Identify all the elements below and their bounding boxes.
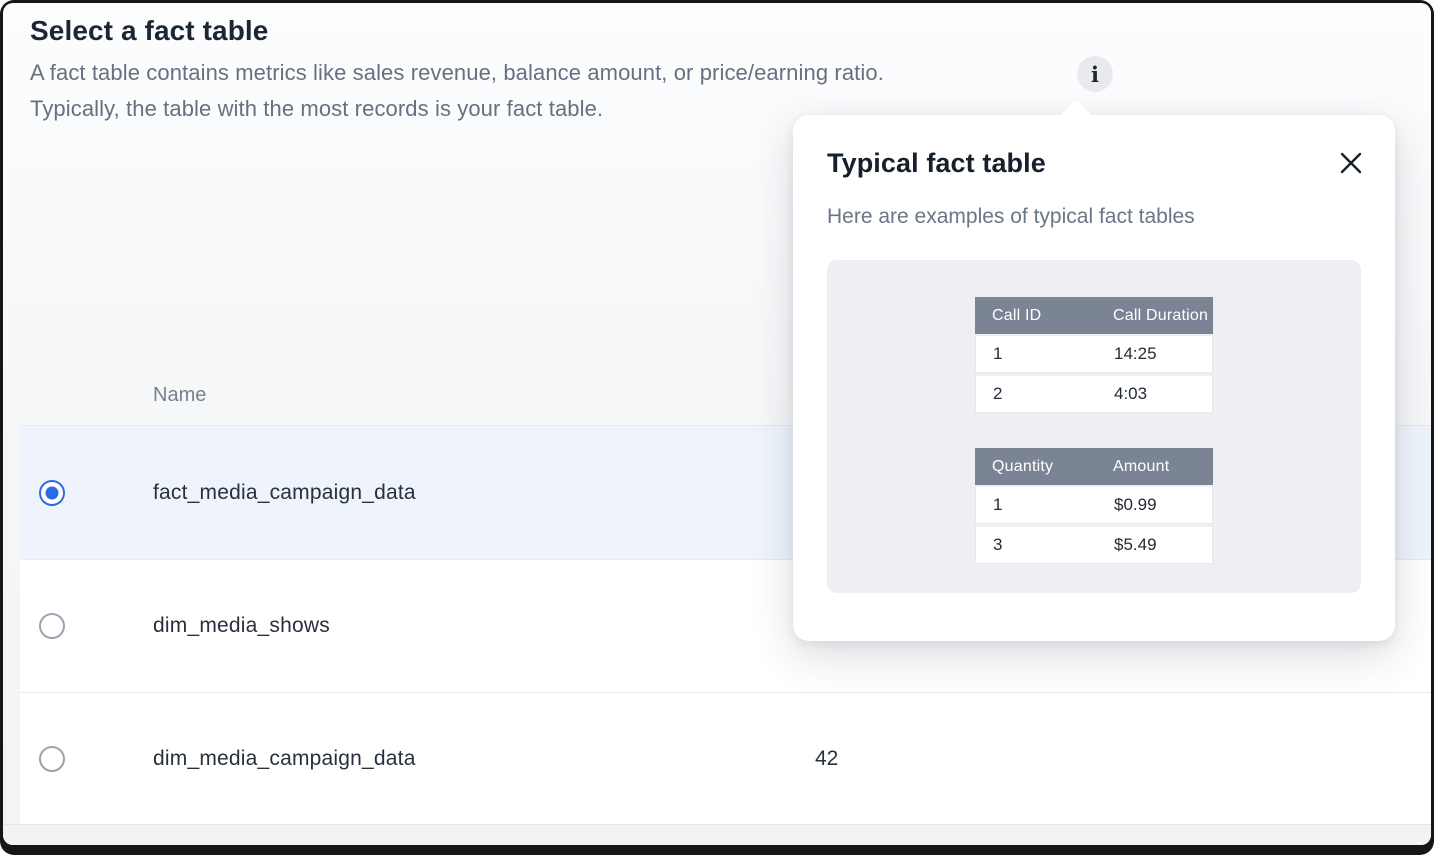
- page-description-line-1: A fact table contains metrics like sales…: [30, 60, 884, 86]
- window-frame: Select a fact table A fact table contain…: [0, 0, 1434, 855]
- cell: 3: [976, 527, 1097, 563]
- info-icon[interactable]: i: [1077, 56, 1113, 92]
- cell: 1: [976, 336, 1097, 372]
- name-column-header: Name: [20, 384, 206, 407]
- radio-unselected[interactable]: [39, 746, 65, 772]
- cell: $0.99: [1097, 487, 1212, 523]
- info-icon-glyph: i: [1091, 64, 1099, 85]
- example-table-row: 2 4:03: [975, 376, 1213, 413]
- example-table-row: 1 $0.99: [975, 487, 1213, 524]
- row-name: dim_media_campaign_data: [153, 747, 416, 771]
- cell: $5.49: [1097, 527, 1212, 563]
- popover-body: Typical fact table Here are examples of …: [793, 115, 1395, 641]
- popover-title: Typical fact table: [827, 148, 1361, 179]
- row-name: fact_media_campaign_data: [153, 481, 416, 505]
- row-name: dim_media_shows: [153, 614, 330, 638]
- example-table-row: 3 $5.49: [975, 527, 1213, 564]
- header-cell: Quantity: [975, 448, 1096, 485]
- example-table-calls: Call ID Call Duration 1 14:25 2 4:03: [975, 297, 1213, 413]
- example-table-header: Quantity Amount: [975, 448, 1213, 485]
- page-title: Select a fact table: [30, 15, 268, 47]
- row-records-value: 42: [815, 747, 838, 771]
- radio-selected[interactable]: [39, 480, 65, 506]
- header-cell: Call Duration: [1096, 297, 1213, 334]
- example-table-orders: Quantity Amount 1 $0.99 3 $5.49: [975, 448, 1213, 564]
- select-fact-table-page: Select a fact table A fact table contain…: [3, 3, 1431, 845]
- examples-panel: Call ID Call Duration 1 14:25 2 4:03: [827, 260, 1361, 593]
- close-icon[interactable]: [1335, 147, 1367, 179]
- cell: 1: [976, 487, 1097, 523]
- page-description-line-2: Typically, the table with the most recor…: [30, 96, 603, 122]
- table-row-dim-media-campaign-data[interactable]: dim_media_campaign_data 42: [20, 692, 1431, 824]
- example-table-header: Call ID Call Duration: [975, 297, 1213, 334]
- header-cell: Call ID: [975, 297, 1096, 334]
- example-table-row: 1 14:25: [975, 336, 1213, 373]
- typical-fact-table-popover: Typical fact table Here are examples of …: [793, 115, 1395, 641]
- radio-unselected[interactable]: [39, 613, 65, 639]
- popover-subtitle: Here are examples of typical fact tables: [827, 205, 1361, 229]
- cell: 14:25: [1097, 336, 1212, 372]
- cell: 2: [976, 376, 1097, 412]
- cell: 4:03: [1097, 376, 1212, 412]
- footer-strip: [3, 824, 1431, 845]
- header-cell: Amount: [1096, 448, 1213, 485]
- close-icon-glyph: [1339, 151, 1363, 175]
